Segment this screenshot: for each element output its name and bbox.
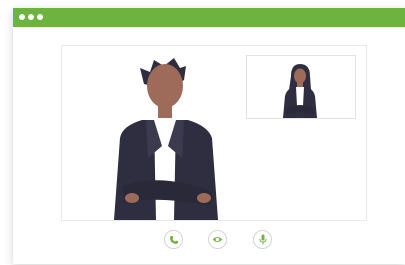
call-button[interactable]	[164, 230, 183, 249]
self-view-feed	[246, 55, 356, 119]
video-toggle-button[interactable]	[208, 230, 227, 249]
woman-in-suit-avatar	[283, 64, 317, 118]
eye-icon	[212, 237, 223, 242]
video-call-window	[13, 8, 405, 264]
window-dot-3[interactable]	[37, 14, 43, 20]
window-dot-2[interactable]	[28, 14, 34, 20]
mute-button[interactable]	[253, 230, 272, 249]
phone-icon	[169, 235, 178, 244]
window-dot-1[interactable]	[19, 14, 25, 20]
title-bar	[13, 8, 405, 27]
microphone-icon	[259, 234, 266, 245]
